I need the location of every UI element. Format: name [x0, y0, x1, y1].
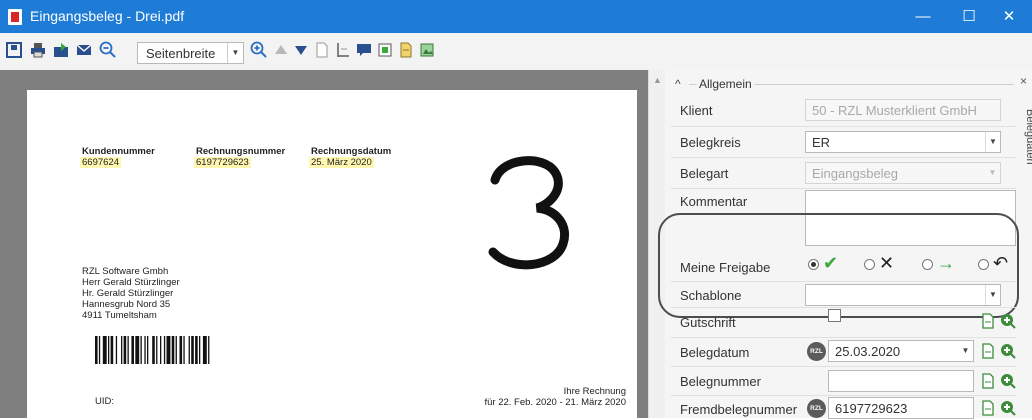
fremdbelegnummer-field[interactable]: 6197729623 [828, 397, 974, 419]
print-doc-icon[interactable] [981, 343, 995, 359]
add-lookup-icon[interactable] [1000, 343, 1016, 359]
uid-label: UID: [95, 396, 114, 407]
schablone-label: Schablone [680, 288, 742, 303]
add-lookup-icon[interactable] [1000, 313, 1016, 329]
address-line: Herr Gerald Stürzlinger [82, 277, 180, 288]
close-button[interactable]: ✕ [986, 0, 1032, 33]
document-icon[interactable] [398, 41, 414, 59]
fremdbelegnummer-value: 6197729623 [835, 401, 908, 416]
invoice-period: für 22. Feb. 2020 - 21. März 2020 [484, 397, 626, 408]
image-icon[interactable] [419, 41, 435, 59]
rechnungsnummer-value: 6197729623 [194, 157, 251, 168]
belegnummer-field[interactable] [828, 370, 974, 392]
print-icon[interactable] [30, 41, 46, 59]
zoom-select[interactable]: Seitenbreite ▼ [137, 42, 244, 64]
rzl-badge-icon: RZL [807, 342, 826, 361]
toolbar: Seitenbreite ▼ [0, 33, 1032, 70]
export-icon[interactable] [53, 41, 69, 59]
section-allgemein[interactable]: ^ Allgemein [675, 77, 1015, 95]
chevron-down-icon[interactable]: ▼ [985, 285, 1000, 305]
invoice-title: Ihre Rechnung [563, 386, 626, 397]
kundennummer-value: 6697624 [80, 157, 121, 168]
belegdaten-tab-label: Belegdaten [1024, 109, 1032, 165]
barcode [95, 336, 210, 364]
address-line: 4911 Tumeltsham [82, 310, 157, 321]
klient-label: Klient [680, 103, 713, 118]
page-down-icon[interactable] [293, 41, 309, 59]
window-title: Eingangsbeleg - Drei.pdf [30, 8, 185, 24]
pdf-icon [8, 9, 22, 25]
belegnummer-label: Belegnummer [680, 374, 761, 389]
address-line: Hr. Gerald Stürzlinger [82, 288, 174, 299]
chevron-down-icon[interactable]: ▼ [985, 132, 1000, 152]
print-doc-icon[interactable] [981, 400, 995, 416]
klient-field: 50 - RZL Musterklient GmbH [805, 99, 1001, 121]
page-icon[interactable] [314, 41, 330, 59]
print-doc-icon[interactable] [981, 313, 995, 329]
chevron-up-icon[interactable]: ^ [675, 77, 681, 91]
belegkreis-select[interactable]: ER ▼ [805, 131, 1001, 153]
add-lookup-icon[interactable] [1000, 373, 1016, 389]
schablone-select[interactable]: ▼ [805, 284, 1001, 306]
minimize-button[interactable]: — [900, 0, 946, 33]
chevron-down-icon: ▼ [988, 168, 997, 177]
belegdatum-value: 25.03.2020 [835, 344, 901, 359]
gutschrift-checkbox[interactable] [828, 309, 841, 322]
mail-icon[interactable] [76, 41, 92, 59]
belegart-value: Eingangsbeleg [812, 166, 899, 181]
comment-icon[interactable] [356, 41, 372, 59]
rzl-badge-icon: RZL [807, 399, 826, 418]
close-icon[interactable]: × [1020, 74, 1027, 88]
zoom-in-icon[interactable] [250, 41, 268, 59]
kommentar-label: Kommentar [680, 194, 748, 209]
belegart-label: Belegart [680, 166, 729, 181]
belegart-select: Eingangsbeleg ▼ [805, 162, 1001, 184]
rechnungsnummer-label: Rechnungsnummer [196, 146, 286, 157]
print-doc-icon[interactable] [981, 373, 995, 389]
add-lookup-icon[interactable] [1000, 400, 1016, 416]
belegdatum-label: Belegdatum [680, 345, 750, 360]
section-allgemein-label: Allgemein [697, 77, 754, 91]
rechnungsdatum-value: 25. März 2020 [309, 157, 374, 168]
rechnungsdatum-label: Rechnungsdatum [311, 146, 392, 157]
fremdbelegnummer-label: Fremdbelegnummer [680, 402, 798, 417]
kundennummer-label: Kundennummer [82, 146, 155, 157]
chevron-up-icon[interactable]: ▲ [653, 75, 662, 85]
fit-page-icon[interactable] [377, 41, 393, 59]
klient-value: 50 - RZL Musterklient GmbH [812, 103, 977, 118]
chevron-down-icon[interactable]: ▼ [227, 43, 243, 63]
app-window: Eingangsbeleg - Drei.pdf — ☐ ✕ Seitenbre… [0, 0, 1032, 420]
belegkreis-value: ER [812, 135, 831, 150]
address-line: RZL Software Gmbh [82, 266, 169, 277]
title-bar: Eingangsbeleg - Drei.pdf — ☐ ✕ [0, 0, 1032, 33]
belegkreis-label: Belegkreis [680, 135, 741, 150]
zoom-select-value: Seitenbreite [146, 46, 216, 61]
text-select-icon[interactable] [335, 41, 351, 59]
save-icon[interactable] [6, 41, 22, 59]
page-up-icon[interactable] [273, 41, 289, 59]
address-line: Hannesgrub Nord 35 [82, 299, 171, 310]
zoom-out-icon[interactable] [99, 41, 117, 59]
three-logo [488, 156, 569, 270]
chevron-down-icon[interactable]: ▼ [958, 341, 973, 361]
document-viewer[interactable]: Kundennummer 6697624 Rechnungsnummer 619… [0, 70, 665, 420]
belegdaten-tab[interactable]: × Belegdaten [1017, 70, 1032, 418]
belegdatum-field[interactable]: 25.03.2020 ▼ [828, 340, 974, 362]
gutschrift-label: Gutschrift [680, 315, 736, 330]
pdf-page: Kundennummer 6697624 Rechnungsnummer 619… [27, 90, 637, 420]
